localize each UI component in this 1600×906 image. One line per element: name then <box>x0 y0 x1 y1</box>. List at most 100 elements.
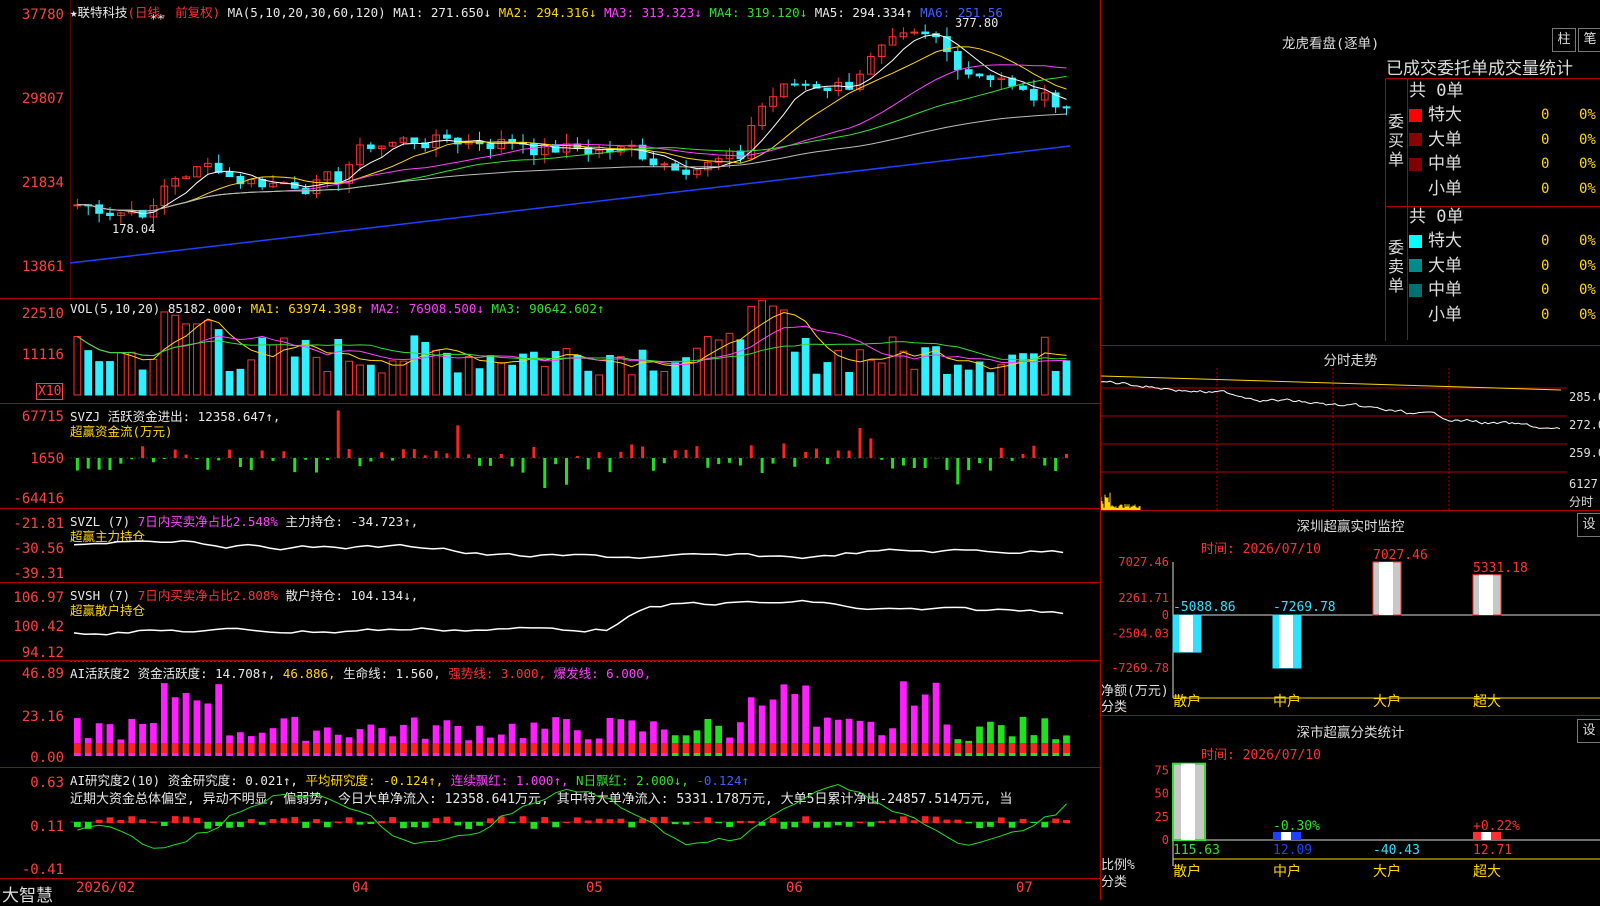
life-bar <box>737 743 744 753</box>
category-label: 大户 <box>1373 693 1401 710</box>
volume-bar <box>247 359 256 396</box>
ratio-bar-highlight <box>1181 763 1195 840</box>
dragon-tiger-subtitle: 已成交委托单成交量统计 <box>1386 59 1573 79</box>
price-y-label: 21834 <box>21 175 64 191</box>
monitor-y-label: 0 <box>1162 608 1169 622</box>
classify-stats-panel[interactable]: 深市超赢分类统计 设 时间: 2026/07/10 比例% 分类 75 50 25 0… <box>1101 716 1600 900</box>
monitor-y-label: -7269.78 <box>1111 661 1169 675</box>
svzj-bars[interactable] <box>70 404 1100 508</box>
ai-research-y-label: 0.63 <box>30 775 64 791</box>
life-bar <box>226 743 233 753</box>
line-view-button[interactable]: 笔 <box>1578 28 1600 52</box>
category-label: 超大 <box>1473 694 1501 710</box>
svzl-panel[interactable]: -21.81 -30.56 -39.31 SVZL (7) 7日内买卖净占比2.… <box>0 509 1100 583</box>
research-bar <box>856 821 864 823</box>
volume-bar <box>160 311 169 396</box>
x-axis: 大智慧 <box>0 878 1100 906</box>
research-bar <box>584 820 592 823</box>
net-bar-value: 7027.46 <box>1373 548 1428 563</box>
ai-active-bars[interactable] <box>70 661 1100 767</box>
volume-bar <box>508 364 517 396</box>
life-bar <box>74 743 81 753</box>
volume-panel[interactable]: 22510 11116 X10 VOL(5,10,20) 85182.000↑ … <box>0 299 1100 404</box>
volume-bar <box>856 349 864 396</box>
sell-row-pct: 0% <box>1579 282 1596 298</box>
life-bar <box>302 743 309 753</box>
research-bar <box>378 821 386 823</box>
volume-bars[interactable] <box>70 299 1100 403</box>
life-bar <box>378 743 386 753</box>
life-bar <box>747 743 755 753</box>
buy-row-value: 0 <box>1541 107 1550 123</box>
volume-bar <box>595 374 603 396</box>
life-bar <box>117 743 125 753</box>
life-bar <box>824 743 831 753</box>
sell-row-label: 特大 <box>1428 231 1462 251</box>
volume-bar <box>573 354 582 396</box>
svzj-panel[interactable]: 67715 1650 -64416 SVZJ 活跃资金进出: 12358.647… <box>0 404 1100 509</box>
life-bar <box>965 743 973 753</box>
life-bar <box>324 743 331 753</box>
realtime-monitor-panel[interactable]: 深圳超赢实时监控 设 时间: 2026/07/10 净额(万元) 分类 7027… <box>1101 510 1600 716</box>
volume-bar <box>638 349 647 396</box>
candle <box>95 204 103 214</box>
svzl-line[interactable] <box>70 509 1100 582</box>
realtime-bar-chart[interactable]: 7027.46 2261.71 0 -2504.03 -7269.78 -5088.86 散… <box>1101 510 1600 715</box>
life-bar <box>584 743 592 753</box>
volume-bar <box>823 362 832 396</box>
candlestick-chart[interactable] <box>70 0 1100 298</box>
research-bar <box>987 822 994 827</box>
research-bar <box>497 816 505 823</box>
buy-row-pct: 0% <box>1579 180 1596 197</box>
research-bar <box>160 822 168 826</box>
intraday-panel[interactable]: 分时走势 285.0 272.0 259.0 6127 分时 <box>1101 345 1600 511</box>
research-bar <box>139 819 146 823</box>
volume-bar <box>356 364 364 396</box>
volume-bar <box>997 364 1006 396</box>
life-bar <box>1019 743 1027 753</box>
ai-active-panel[interactable]: 46.89 23.16 0.00 AI活跃度2 资金活跃度: 14.708↑, … <box>0 661 1100 768</box>
research-bar <box>1041 822 1049 828</box>
classify-bar-chart[interactable]: 75 50 25 0 115.63 散户 -0.30% 12.09 中户 -40.43 大户 +0.2… <box>1101 716 1600 900</box>
svsh-line[interactable] <box>70 583 1100 660</box>
life-bar <box>791 743 799 753</box>
color-swatch-icon <box>1409 259 1422 272</box>
life-bar <box>400 743 407 753</box>
research-line <box>77 783 1067 849</box>
life-bar <box>476 743 483 753</box>
volume-y-label: 11116 <box>21 347 64 363</box>
life-bar <box>671 743 679 753</box>
candle <box>953 51 962 71</box>
volume-bar <box>269 344 277 396</box>
volume-bar <box>203 320 212 396</box>
svsh-panel[interactable]: 106.97 100.42 94.12 SVSH (7) 7日内买卖净占比2.8… <box>0 583 1100 661</box>
research-bar <box>726 822 733 827</box>
life-bar <box>84 743 92 753</box>
life-bar <box>541 743 549 753</box>
x-tick-label: 05 <box>586 880 603 896</box>
intraday-chart[interactable] <box>1101 368 1567 510</box>
candle <box>682 169 690 175</box>
volume-bar <box>703 336 712 396</box>
bar-view-button[interactable]: 柱 <box>1552 28 1576 52</box>
buy-row: 中单 0 0% <box>1409 152 1596 176</box>
life-bar <box>834 743 842 753</box>
volume-bar <box>660 370 669 396</box>
ai-research-panel[interactable]: 0.63 0.11 -0.41 AI研究度2(10) 资金研究度: 0.021↑… <box>0 768 1100 878</box>
volume-bar <box>649 370 658 396</box>
research-bar <box>204 822 212 829</box>
price-panel[interactable]: 37780 29807 21834 13861 ★联特科技(日线, 前复权) M… <box>0 0 1100 299</box>
sell-row: 小单 0 0% <box>1409 303 1596 327</box>
brand-label[interactable]: 大智慧 <box>2 881 53 906</box>
volume-bar <box>1062 360 1071 396</box>
life-bar <box>95 743 103 753</box>
sell-row-value: 0 <box>1541 233 1550 249</box>
ma5-line <box>77 113 1067 212</box>
research-bar <box>606 819 614 823</box>
sell-total: 共 0单 <box>1409 205 1463 229</box>
research-bar <box>1008 822 1016 828</box>
ai-research-chart[interactable] <box>70 768 1100 878</box>
volume-bar <box>921 347 930 396</box>
volume-bar <box>866 359 875 396</box>
life-bar <box>356 743 364 753</box>
